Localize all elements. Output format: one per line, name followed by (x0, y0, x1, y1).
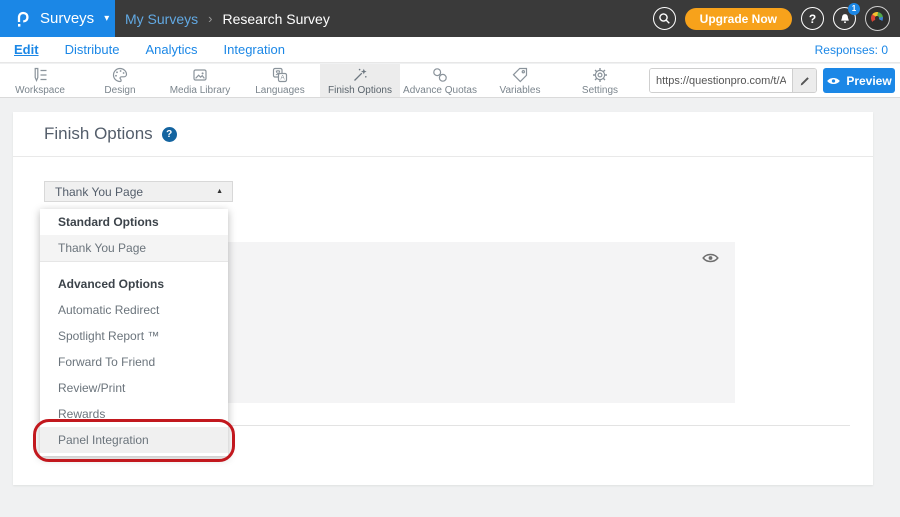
topbar-actions: Upgrade Now ? 1 (653, 6, 900, 31)
chevron-up-icon: ▲ (216, 188, 223, 195)
menu-group-advanced-options: Advanced Options (40, 271, 228, 297)
toolbar-item-label: Settings (582, 85, 618, 96)
product-switcher[interactable]: Surveys ▾ (0, 0, 115, 37)
chevron-down-icon: ▾ (104, 13, 109, 24)
toolbar-item-languages[interactable]: A Languages (240, 64, 320, 97)
breadcrumb-my-surveys[interactable]: My Surveys (125, 11, 198, 27)
workspace-icon (31, 66, 49, 84)
menu-item-automatic-redirect[interactable]: Automatic Redirect (40, 297, 228, 323)
breadcrumb: My Surveys › Research Survey (125, 11, 330, 27)
menu-item-rewards[interactable]: Rewards (40, 401, 228, 427)
finish-type-menu: Standard Options Thank You Page Advanced… (40, 209, 228, 456)
media-library-icon (191, 66, 209, 84)
avatar[interactable] (865, 6, 890, 31)
toolbar-right-group: Preview (649, 64, 900, 97)
tab-distribute[interactable]: Distribute (65, 42, 120, 57)
questionpro-logo-icon (14, 9, 32, 28)
settings-icon (591, 66, 609, 84)
section-nav: Edit Distribute Analytics Integration Re… (0, 37, 900, 63)
finish-options-help-icon[interactable]: ? (162, 127, 177, 142)
tab-edit[interactable]: Edit (14, 42, 39, 57)
edit-toolbar: Workspace Design Media Library A Lan (0, 64, 900, 98)
preview-button[interactable]: Preview (823, 68, 895, 93)
menu-item-forward-to-friend[interactable]: Forward To Friend (40, 349, 228, 375)
toolbar-item-variables[interactable]: Variables (480, 64, 560, 97)
breadcrumb-separator: › (208, 11, 212, 26)
toolbar-item-label: Finish Options (328, 85, 392, 96)
survey-url-input[interactable] (650, 69, 792, 92)
notifications[interactable]: 1 (833, 7, 856, 30)
toolbar-item-settings[interactable]: Settings (560, 64, 640, 97)
menu-group-standard-options: Standard Options (40, 209, 228, 235)
toolbar-item-label: Design (104, 85, 135, 96)
toolbar-item-media-library[interactable]: Media Library (160, 64, 240, 97)
tab-analytics[interactable]: Analytics (145, 42, 197, 57)
finish-options-icon (351, 66, 369, 84)
variables-icon (511, 66, 529, 84)
pencil-icon (799, 75, 811, 87)
card-header: Finish Options ? (13, 112, 873, 157)
toolbar-item-advance-quotas[interactable]: Advance Quotas (400, 64, 480, 97)
menu-item-thank-you-page[interactable]: Thank You Page (40, 235, 228, 262)
responses-count[interactable]: Responses: 0 (815, 43, 888, 57)
menu-item-review-print[interactable]: Review/Print (40, 375, 228, 401)
toolbar-item-design[interactable]: Design (80, 64, 160, 97)
preview-button-label: Preview (846, 74, 891, 88)
menu-item-spotlight-report[interactable]: Spotlight Report ™ (40, 323, 228, 349)
tab-integration[interactable]: Integration (224, 42, 285, 57)
survey-url-group (649, 68, 817, 93)
edit-url-button[interactable] (792, 69, 816, 92)
finish-type-selected-value: Thank You Page (55, 185, 143, 199)
product-label: Surveys (40, 10, 94, 27)
top-bar: Surveys ▾ My Surveys › Research Survey U… (0, 0, 900, 37)
help-icon[interactable]: ? (801, 7, 824, 30)
svg-text:A: A (280, 74, 285, 81)
notification-count-badge: 1 (848, 3, 860, 15)
menu-group-gap (40, 262, 228, 271)
search-icon[interactable] (653, 7, 676, 30)
menu-item-panel-integration[interactable]: Panel Integration (40, 427, 228, 453)
finish-type-dropdown[interactable]: Thank You Page ▲ (44, 181, 233, 202)
toolbar-item-workspace[interactable]: Workspace (0, 64, 80, 97)
design-icon (111, 66, 129, 84)
breadcrumb-current-survey: Research Survey (222, 11, 329, 27)
toolbar-item-label: Workspace (15, 85, 65, 96)
upgrade-now-button[interactable]: Upgrade Now (685, 8, 792, 30)
toolbar-item-label: Variables (500, 85, 541, 96)
avatar-gauge-center (875, 16, 879, 20)
toolbar-item-label: Advance Quotas (403, 85, 477, 96)
languages-icon: A (271, 66, 289, 84)
toolbar-item-label: Languages (255, 85, 305, 96)
toolbar-item-finish-options[interactable]: Finish Options (320, 64, 400, 97)
toolbar-item-label: Media Library (170, 85, 231, 96)
preview-eye-icon[interactable] (702, 251, 719, 269)
page-title: Finish Options (44, 124, 153, 144)
advance-quotas-icon (431, 66, 449, 84)
eye-icon (826, 76, 841, 86)
